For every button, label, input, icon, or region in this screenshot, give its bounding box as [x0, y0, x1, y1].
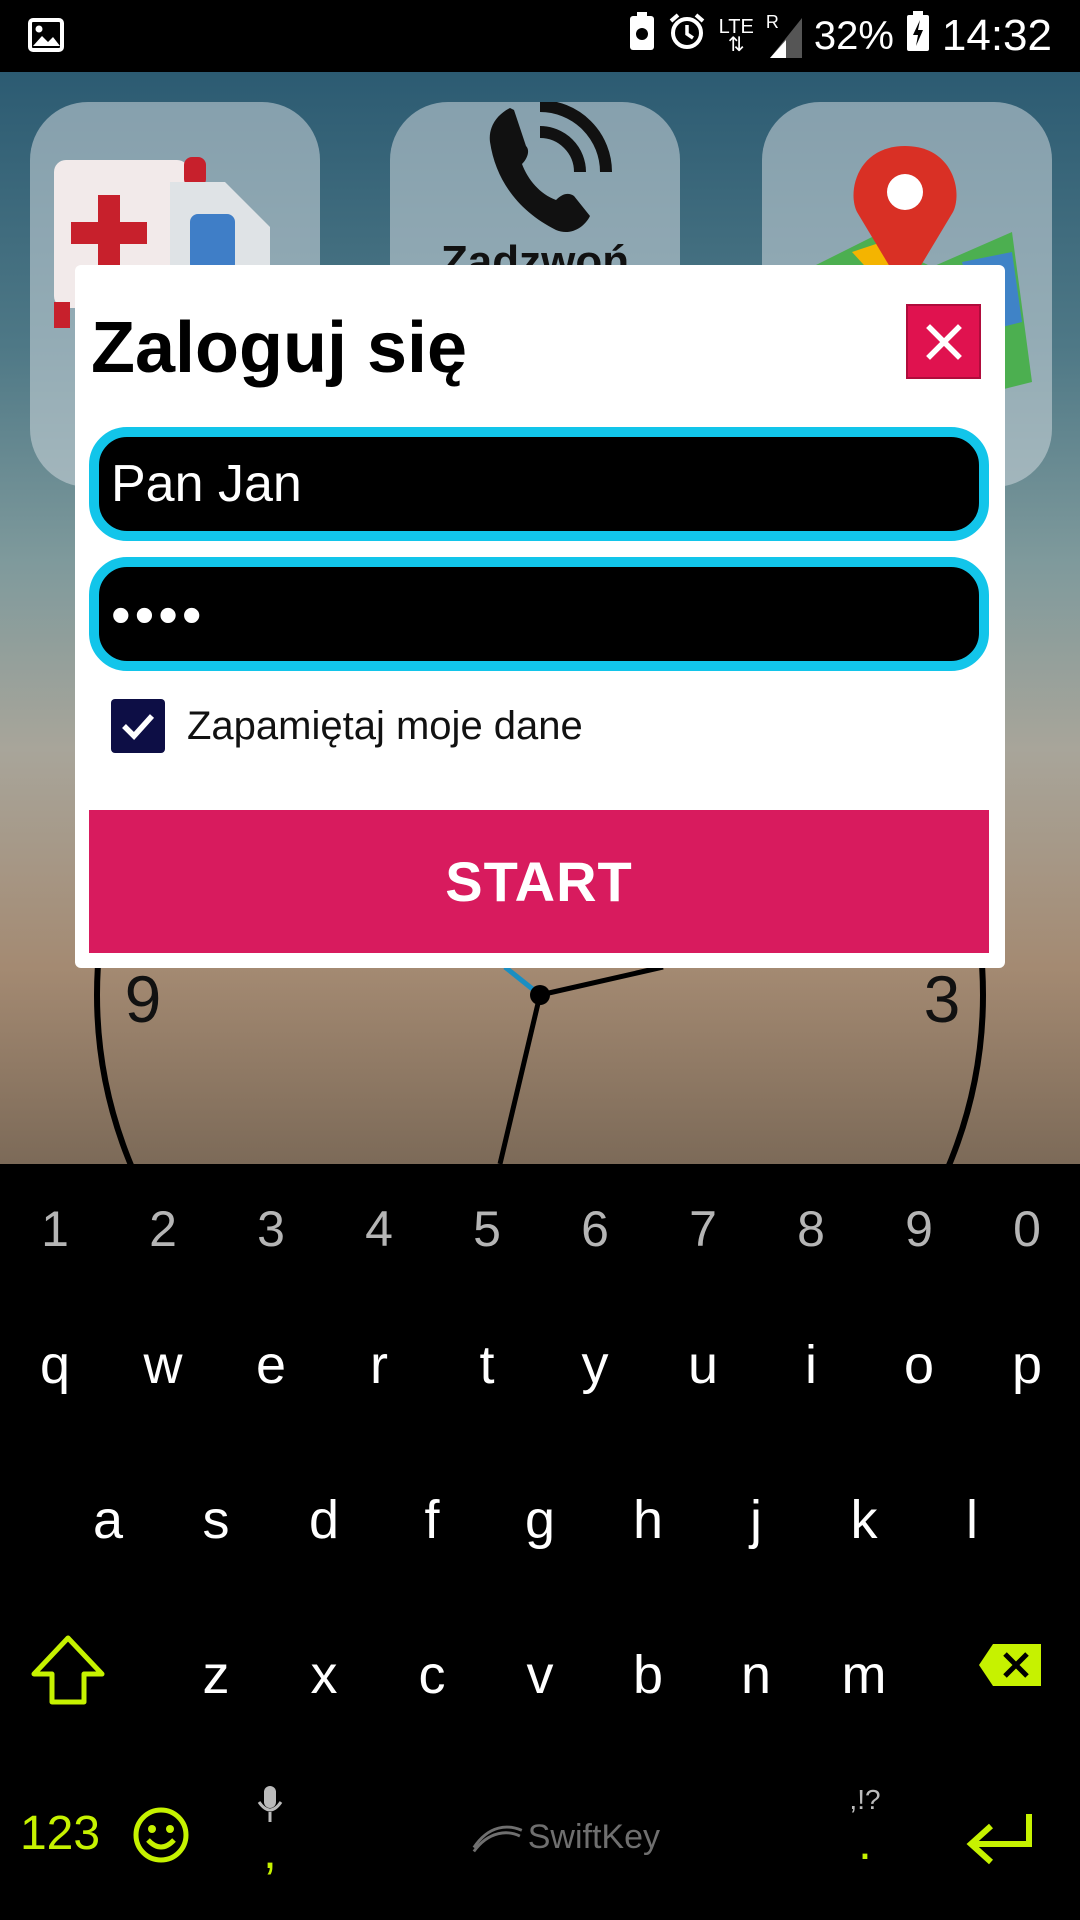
number-key-8[interactable]: 8	[771, 1200, 851, 1258]
number-key-6[interactable]: 6	[555, 1200, 635, 1258]
number-key-0[interactable]: 0	[987, 1200, 1067, 1258]
roaming-label: R	[765, 12, 779, 32]
period-label: .	[858, 1814, 872, 1870]
backspace-icon	[979, 1644, 1041, 1686]
comma-label: ,	[263, 1823, 277, 1879]
letter-key-s[interactable]: s	[176, 1489, 256, 1551]
comma-key[interactable]: ,	[245, 1784, 295, 1894]
letter-key-d[interactable]: d	[284, 1489, 364, 1551]
letter-key-a[interactable]: a	[68, 1489, 148, 1551]
dialog-title: Zaloguj się	[91, 308, 468, 388]
bottom-row: 123 , SwiftKey ,!? .	[0, 1784, 1080, 1904]
username-field[interactable]: Pan Jan	[89, 427, 989, 541]
letter-key-r[interactable]: r	[339, 1334, 419, 1396]
letter-key-e[interactable]: e	[231, 1334, 311, 1396]
letter-key-j[interactable]: j	[716, 1489, 796, 1551]
number-key-9[interactable]: 9	[879, 1200, 959, 1258]
swiftkey-keyboard: 1234567890 qwertyuiop asdfghjkl zxcvbnm …	[0, 1164, 1080, 1920]
battery-charging-icon	[906, 10, 930, 62]
letter-row-2: asdfghjkl	[0, 1489, 1080, 1559]
microphone-icon	[257, 1786, 283, 1822]
letter-key-b[interactable]: b	[608, 1644, 688, 1706]
alarm-icon	[667, 11, 707, 61]
remember-me-row[interactable]: Zapamiętaj moje dane	[111, 699, 583, 753]
letter-key-p[interactable]: p	[987, 1334, 1067, 1396]
letter-key-u[interactable]: u	[663, 1334, 743, 1396]
letter-key-o[interactable]: o	[879, 1334, 959, 1396]
picture-icon	[28, 18, 64, 57]
number-key-2[interactable]: 2	[123, 1200, 203, 1258]
number-key-7[interactable]: 7	[663, 1200, 743, 1258]
swiftkey-logo-icon	[472, 1825, 523, 1852]
swiftkey-brand: SwiftKey	[527, 1818, 660, 1856]
clock-time: 14:32	[941, 11, 1052, 60]
signal-icon: R	[765, 12, 802, 58]
number-key-3[interactable]: 3	[231, 1200, 311, 1258]
number-key-5[interactable]: 5	[447, 1200, 527, 1258]
letter-key-i[interactable]: i	[771, 1334, 851, 1396]
password-field[interactable]: ••••	[89, 557, 989, 671]
letter-key-w[interactable]: w	[123, 1334, 203, 1396]
number-row: 1234567890	[0, 1200, 1080, 1270]
letter-key-f[interactable]: f	[392, 1489, 472, 1551]
battery-percent: 32%	[813, 13, 894, 58]
shift-key[interactable]	[28, 1634, 108, 1711]
network-type-label: LTE	[718, 16, 754, 38]
close-icon	[925, 323, 962, 360]
remember-me-checkbox[interactable]	[111, 699, 165, 753]
letter-key-k[interactable]: k	[824, 1489, 904, 1551]
shift-arrow-icon	[31, 1635, 105, 1705]
lte-signal-icon: LTE ⇅	[718, 16, 754, 56]
letter-key-g[interactable]: g	[500, 1489, 580, 1551]
letter-key-x[interactable]: x	[284, 1644, 364, 1706]
letter-key-m[interactable]: m	[824, 1644, 904, 1706]
symbols-key[interactable]: 123	[10, 1806, 110, 1861]
backspace-key[interactable]	[975, 1642, 1045, 1693]
letter-key-q[interactable]: q	[15, 1334, 95, 1396]
letter-key-v[interactable]: v	[500, 1644, 580, 1706]
phone-icon	[489, 102, 612, 233]
remember-me-label: Zapamiętaj moje dane	[187, 703, 583, 748]
punctuation-hint: ,!?	[849, 1784, 881, 1815]
start-button[interactable]: START	[89, 810, 989, 953]
letter-row-1: qwertyuiop	[0, 1334, 1080, 1404]
battery-saver-icon	[629, 11, 655, 61]
clock-numeral-9: 9	[125, 962, 162, 1036]
number-key-4[interactable]: 4	[339, 1200, 419, 1258]
login-dialog: Zaloguj się Pan Jan •••• Zapamiętaj moje…	[75, 265, 1005, 968]
enter-key[interactable]	[960, 1808, 1040, 1873]
letter-row-3: zxcvbnm	[0, 1635, 1080, 1714]
emoji-key[interactable]	[130, 1806, 192, 1869]
number-key-1[interactable]: 1	[15, 1200, 95, 1258]
letter-key-n[interactable]: n	[716, 1644, 796, 1706]
close-button[interactable]	[906, 304, 981, 379]
letter-key-z[interactable]: z	[176, 1644, 256, 1706]
letter-key-t[interactable]: t	[447, 1334, 527, 1396]
space-key[interactable]: SwiftKey	[470, 1818, 660, 1857]
letter-key-l[interactable]: l	[932, 1489, 1012, 1551]
letter-key-y[interactable]: y	[555, 1334, 635, 1396]
emoji-icon	[133, 1807, 189, 1863]
clock-numeral-3: 3	[924, 962, 961, 1036]
enter-arrow-icon	[966, 1814, 1032, 1865]
letter-key-c[interactable]: c	[392, 1644, 472, 1706]
letter-key-h[interactable]: h	[608, 1489, 688, 1551]
status-bar: LTE ⇅ R 32% 14:32	[0, 0, 1080, 72]
period-key[interactable]: ,!? .	[840, 1784, 890, 1894]
checkmark-icon	[122, 714, 155, 740]
